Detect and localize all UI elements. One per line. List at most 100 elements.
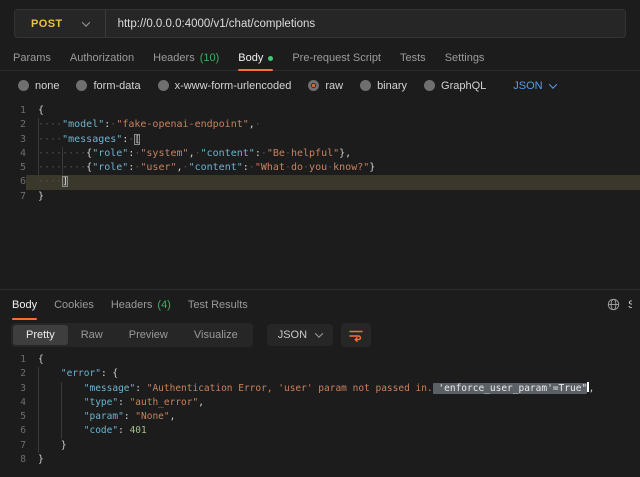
code-token: "code" xyxy=(84,425,118,436)
request-tab-body[interactable]: Body xyxy=(238,46,273,70)
code-line[interactable]: 4········{"role":·"system",·"content":·"… xyxy=(0,147,640,161)
unsaved-changes-dot-icon xyxy=(268,56,273,61)
radio-dot-icon xyxy=(363,83,368,88)
indent-guide xyxy=(61,396,62,410)
tab-label: Pre-request Script xyxy=(292,52,381,64)
request-tab-headers[interactable]: Headers(10) xyxy=(153,46,219,70)
request-language-dropdown[interactable]: JSON xyxy=(513,80,555,92)
code-line[interactable]: 5········{"role":·"user",·"content":·"Wh… xyxy=(0,161,640,175)
body-mode-label: GraphQL xyxy=(441,80,486,92)
code-token xyxy=(38,440,61,451)
request-tab-tests[interactable]: Tests xyxy=(400,46,426,70)
code-token: "content" xyxy=(201,148,255,159)
method-dropdown[interactable]: POST xyxy=(15,10,105,37)
code-token: helpful" xyxy=(291,148,339,159)
response-tab-cookies[interactable]: Cookies xyxy=(54,290,94,319)
url-input[interactable]: http://0.0.0.0:4000/v1/chat/completions xyxy=(106,18,625,30)
code-token: 401 xyxy=(130,425,147,436)
code-token: "role" xyxy=(92,162,128,173)
tab-label: Tests xyxy=(400,52,426,64)
code-line[interactable]: 6····] xyxy=(0,175,640,189)
radio-dot-icon xyxy=(161,83,166,88)
radio-icon xyxy=(18,80,29,91)
url-bar: POST http://0.0.0.0:4000/v1/chat/complet… xyxy=(14,9,626,38)
line-number: 8 xyxy=(0,453,26,467)
globe-icon[interactable] xyxy=(607,298,620,311)
code-line[interactable]: 4 "type": "auth_error", xyxy=(0,396,640,410)
request-tab-settings[interactable]: Settings xyxy=(445,46,485,70)
code-token: "role" xyxy=(92,148,128,159)
code-token: "Authentication Error, 'user' param not … xyxy=(147,383,433,394)
tab-label: Test Results xyxy=(188,299,248,311)
code-token: know?" xyxy=(333,162,369,173)
code-line[interactable]: 7} xyxy=(0,190,640,204)
indent-guide xyxy=(61,424,62,438)
wrap-text-button[interactable] xyxy=(341,323,371,347)
response-tab-body[interactable]: Body xyxy=(12,290,37,319)
code-token xyxy=(38,368,61,379)
code-line[interactable]: 1{ xyxy=(0,353,640,367)
code-line[interactable]: 5 "param": "None", xyxy=(0,410,640,424)
view-mode-pretty[interactable]: Pretty xyxy=(13,325,68,345)
body-mode-none[interactable]: none xyxy=(18,80,59,92)
code-line[interactable]: 3····"messages":·[ xyxy=(0,133,640,147)
response-language-label: JSON xyxy=(278,329,307,341)
view-mode-preview[interactable]: Preview xyxy=(116,325,181,345)
request-tab-pre-request-script[interactable]: Pre-request Script xyxy=(292,46,381,70)
tab-label: Params xyxy=(13,52,51,64)
code-line[interactable]: 3 "message": "Authentication Error, 'use… xyxy=(0,382,640,396)
view-mode-visualize[interactable]: Visualize xyxy=(181,325,251,345)
code-token: "user" xyxy=(140,162,176,173)
line-number: 5 xyxy=(0,410,26,424)
radio-icon xyxy=(360,80,371,91)
response-tab-test-results[interactable]: Test Results xyxy=(188,290,248,319)
response-view-switch: PrettyRawPreviewVisualize xyxy=(11,323,253,347)
code-token: "message" xyxy=(84,383,135,394)
code-token: , xyxy=(589,383,595,394)
code-token: } xyxy=(61,440,67,451)
line-number: 7 xyxy=(0,190,26,204)
code-line[interactable]: 7 } xyxy=(0,439,640,453)
tab-count-badge: (10) xyxy=(200,52,220,64)
selected-text: 'enforce_user_param'=True" xyxy=(433,383,587,394)
body-mode-GraphQL[interactable]: GraphQL xyxy=(424,80,486,92)
indent-guide xyxy=(38,161,39,175)
code-token: { xyxy=(38,105,44,116)
response-tab-headers[interactable]: Headers(4) xyxy=(111,290,171,319)
request-tab-authorization[interactable]: Authorization xyxy=(70,46,134,70)
indent-guide xyxy=(38,424,39,438)
code-token: "auth_error" xyxy=(130,397,199,408)
line-number: 3 xyxy=(0,382,26,396)
body-mode-label: x-www-form-urlencoded xyxy=(175,80,292,92)
request-tabs: Params Authorization Headers(10) Body Pre-re… xyxy=(0,46,640,71)
code-token: } xyxy=(38,191,44,202)
code-text: ····"messages":·[ xyxy=(26,133,640,147)
request-tab-params[interactable]: Params xyxy=(13,46,51,70)
code-text: } xyxy=(26,453,640,467)
indent-guide xyxy=(38,439,39,453)
body-mode-label: none xyxy=(35,80,59,92)
line-number: 1 xyxy=(0,104,26,118)
code-line[interactable]: 2 "error": { xyxy=(0,367,640,381)
code-text: { xyxy=(26,104,640,118)
code-line[interactable]: 2····"model":·"fake-openai-endpoint",· xyxy=(0,118,640,132)
response-body-editor[interactable]: 1{2 "error": {3 "message": "Authenticati… xyxy=(0,350,640,473)
indent-guide xyxy=(38,147,39,161)
code-line[interactable]: 8} xyxy=(0,453,640,467)
code-line[interactable]: 6 "code": 401 xyxy=(0,424,640,438)
request-body-editor[interactable]: 1{2····"model":·"fake-openai-endpoint",·… xyxy=(0,100,640,289)
radio-icon xyxy=(158,80,169,91)
response-language-dropdown[interactable]: JSON xyxy=(267,324,333,346)
code-token: ] xyxy=(62,176,68,187)
body-mode-form-data[interactable]: form-data xyxy=(76,80,140,92)
body-mode-binary[interactable]: binary xyxy=(360,80,407,92)
indent-guide xyxy=(38,367,39,381)
code-token: ···· xyxy=(38,176,62,187)
code-token: } xyxy=(369,162,375,173)
body-mode-x-www-form-urlencoded[interactable]: x-www-form-urlencoded xyxy=(158,80,292,92)
indent-guide xyxy=(38,382,39,396)
code-line[interactable]: 1{ xyxy=(0,104,640,118)
view-mode-raw[interactable]: Raw xyxy=(68,325,116,345)
body-mode-raw[interactable]: raw xyxy=(308,80,343,92)
radio-dot-icon xyxy=(427,83,432,88)
